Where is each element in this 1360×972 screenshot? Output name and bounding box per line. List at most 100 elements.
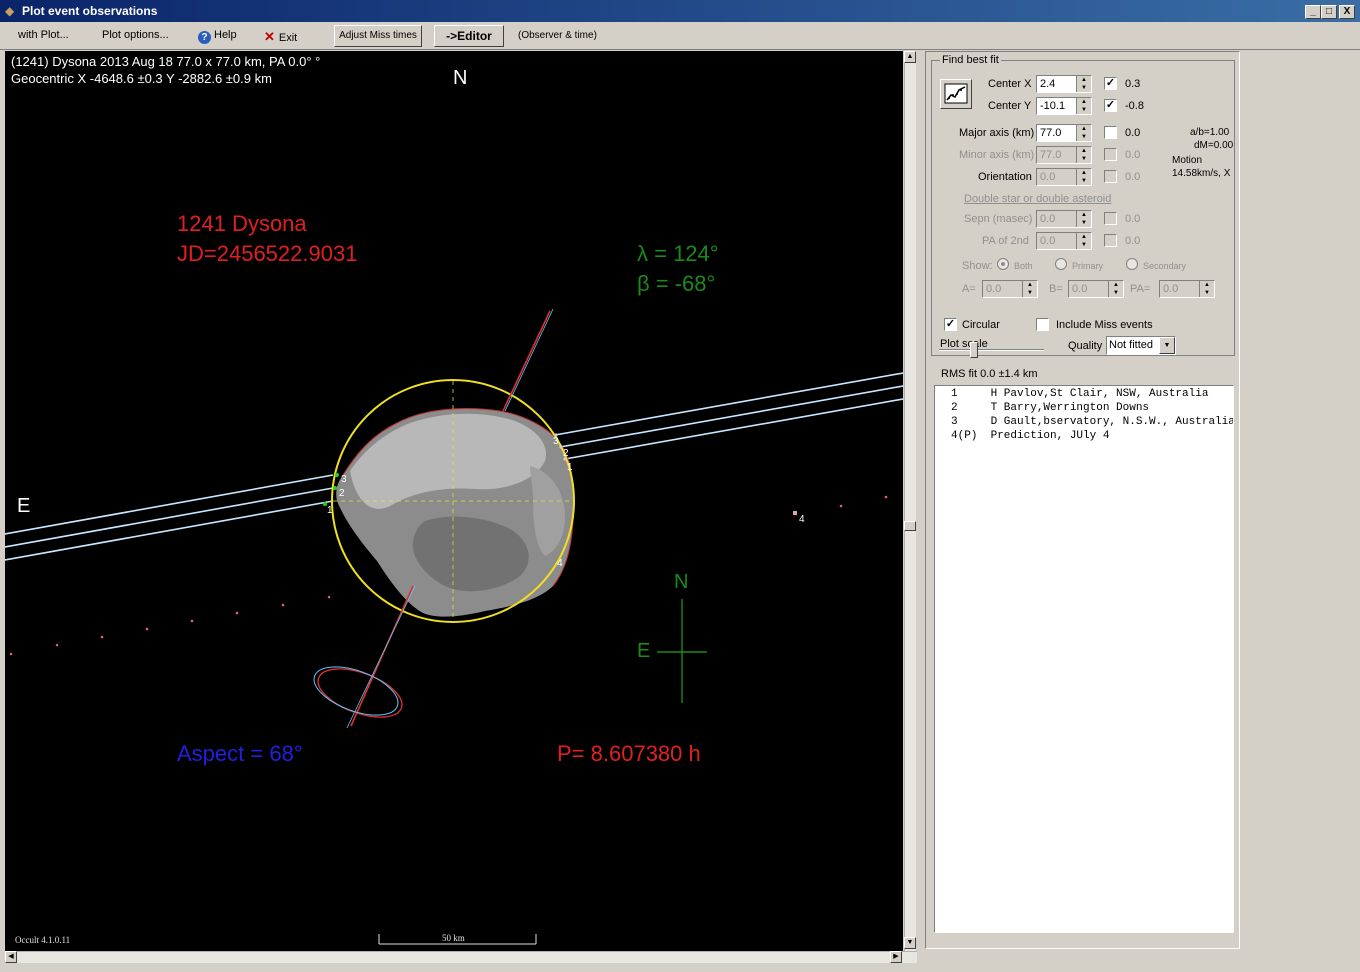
aspect-label: Aspect = 68° (177, 741, 303, 766)
show-primary-radio[interactable] (1055, 258, 1067, 270)
fit-panel: Find best fit Center X 2.4 ▲ ▼ ✓ 0.3 Cent… (925, 51, 1240, 949)
lambda-label: λ = 124° (637, 241, 719, 266)
list-item[interactable]: 4(P) Prediction, JUly 4 (935, 430, 1233, 444)
pa-second-fit-checkbox[interactable] (1104, 234, 1117, 247)
observer-list[interactable]: 1 H Pavlov,St Clair, NSW, Australia 2 T … (934, 385, 1234, 933)
scroll-up-icon[interactable]: ▲ (904, 51, 916, 63)
menu-help[interactable]: ? Help (198, 29, 237, 44)
menu-with-plot[interactable]: with Plot... (18, 29, 69, 41)
quality-select[interactable]: Not fitted ▼ (1106, 336, 1176, 355)
double-star-link[interactable]: Double star or double asteroid (964, 193, 1111, 205)
orientation-fit-value: 0.0 (1125, 171, 1141, 183)
motion-label: Motion (1172, 155, 1203, 166)
chord-label: 4 (557, 558, 563, 569)
minor-axis-label: Minor axis (km) (959, 149, 1035, 161)
chord-label: 3 (553, 436, 559, 447)
circular-checkbox[interactable]: ✓ (944, 318, 957, 331)
center-y-spinner[interactable]: -10.1 ▲ ▼ (1036, 97, 1092, 115)
beta-label: β = -68° (637, 271, 716, 296)
pa-spinner[interactable]: 0.0 ▲ ▼ (1159, 280, 1215, 298)
pa-label: PA= (1130, 283, 1151, 295)
scroll-thumb[interactable] (904, 521, 916, 531)
pa-second-spinner[interactable]: 0.0 ▲ ▼ (1036, 232, 1092, 250)
plot-graphics (5, 308, 903, 945)
minimize-button[interactable]: _ (1305, 5, 1321, 19)
compass-cross (657, 599, 707, 703)
spinner-arrows-icon[interactable]: ▲ ▼ (1076, 169, 1091, 185)
include-miss-checkbox[interactable] (1036, 318, 1049, 331)
a-label: A= (962, 283, 976, 295)
spinner-arrows-icon[interactable]: ▲ ▼ (1076, 125, 1091, 141)
center-x-fit-checkbox[interactable]: ✓ (1104, 77, 1117, 90)
compass-north-label: N (674, 571, 689, 593)
major-axis-spinner[interactable]: 77.0 ▲ ▼ (1036, 124, 1092, 142)
a-spinner[interactable]: 0.0 ▲ ▼ (982, 280, 1038, 298)
list-item[interactable]: 3 D Gault,bservatory, N.S.W., Australia (935, 416, 1233, 430)
pa-second-fit-value: 0.0 (1125, 235, 1141, 247)
minor-axis-spinner[interactable]: 77.0 ▲ ▼ (1036, 146, 1092, 164)
spinner-arrows-icon[interactable]: ▲ ▼ (1199, 281, 1214, 297)
spinner-arrows-icon[interactable]: ▲ ▼ (1076, 233, 1091, 249)
adjust-miss-times-button[interactable]: Adjust Miss times (334, 25, 422, 47)
observer-time-label: (Observer & time) (518, 30, 597, 41)
spinner-arrows-icon[interactable]: ▲ ▼ (1022, 281, 1037, 297)
editor-button[interactable]: ->Editor (434, 25, 504, 47)
separation-spinner[interactable]: 0.0 ▲ ▼ (1036, 210, 1092, 228)
show-primary-label: Primary (1072, 261, 1103, 271)
spinner-arrows-icon[interactable]: ▲ ▼ (1076, 211, 1091, 227)
separation-fit-checkbox[interactable] (1104, 212, 1117, 225)
restore-button[interactable]: □ (1321, 5, 1337, 19)
prediction-marker (793, 511, 797, 515)
title-bar: ◆ Plot event observations _ □ X (0, 0, 1360, 22)
chevron-down-icon[interactable]: ▼ (1159, 337, 1175, 354)
fit-button[interactable] (940, 79, 972, 109)
orientation-fit-checkbox[interactable] (1104, 170, 1117, 183)
spinner-arrows-icon[interactable]: ▲ ▼ (1076, 98, 1091, 114)
pa-second-label: PA of 2nd (982, 235, 1029, 247)
chart-fit-icon (944, 83, 968, 104)
app-icon: ◆ (5, 4, 15, 18)
plot-canvas[interactable]: (1241) Dysona 2013 Aug 18 77.0 x 77.0 km… (5, 51, 903, 951)
scroll-right-icon[interactable]: ▶ (890, 951, 902, 963)
center-y-fit-checkbox[interactable]: ✓ (1104, 99, 1117, 112)
show-both-radio[interactable] (997, 258, 1009, 270)
include-miss-label: Include Miss events (1056, 319, 1153, 331)
plot-scale-slider-thumb[interactable] (970, 342, 978, 358)
scroll-down-icon[interactable]: ▼ (904, 937, 916, 949)
spinner-arrows-icon[interactable]: ▲ ▼ (1076, 147, 1091, 163)
plot-header-line1: (1241) Dysona 2013 Aug 18 77.0 x 77.0 km… (11, 54, 321, 69)
orientation-spinner[interactable]: 0.0 ▲ ▼ (1036, 168, 1092, 186)
chord-label: 1 (567, 462, 573, 473)
spinner-arrows-icon[interactable]: ▲ ▼ (1076, 76, 1091, 92)
list-item[interactable]: 2 T Barry,Werrington Downs (935, 402, 1233, 416)
chord-label: 1 (327, 505, 333, 516)
compass-east-label: E (637, 640, 651, 662)
menu-exit[interactable]: ✕ Exit (264, 29, 297, 45)
minor-axis-fit-checkbox[interactable] (1104, 148, 1117, 161)
scroll-left-icon[interactable]: ◀ (5, 951, 17, 963)
separation-fit-value: 0.0 (1125, 213, 1141, 225)
list-item[interactable]: 1 H Pavlov,St Clair, NSW, Australia (935, 388, 1233, 402)
plot-horizontal-scrollbar[interactable]: ◀ ▶ (5, 951, 917, 963)
center-y-label: Center Y (988, 100, 1032, 112)
plot-vertical-scrollbar[interactable]: ▲ ▼ (904, 51, 916, 951)
show-both-label: Both (1014, 261, 1033, 271)
major-axis-fit-value: 0.0 (1125, 127, 1141, 139)
close-button[interactable]: X (1339, 5, 1355, 19)
orientation-label: Orientation (978, 171, 1032, 183)
b-spinner[interactable]: 0.0 ▲ ▼ (1068, 280, 1124, 298)
major-axis-fit-checkbox[interactable] (1104, 126, 1117, 139)
window-title: Plot event observations (22, 4, 158, 18)
show-secondary-radio[interactable] (1126, 258, 1138, 270)
show-secondary-label: Secondary (1143, 261, 1187, 271)
plot-scale-slider-track[interactable] (939, 349, 1044, 351)
minor-axis-fit-value: 0.0 (1125, 149, 1141, 161)
spinner-arrows-icon[interactable]: ▲ ▼ (1108, 281, 1123, 297)
menu-plot-options[interactable]: Plot options... (102, 29, 169, 41)
center-x-label: Center X (988, 78, 1032, 90)
find-best-fit-title: Find best fit (940, 54, 1001, 66)
b-label: B= (1049, 283, 1063, 295)
center-x-spinner[interactable]: 2.4 ▲ ▼ (1036, 75, 1092, 93)
plot-header-line2: Geocentric X -4648.6 ±0.3 Y -2882.6 ±0.9… (11, 71, 272, 86)
chord-label: 4 (799, 514, 805, 525)
